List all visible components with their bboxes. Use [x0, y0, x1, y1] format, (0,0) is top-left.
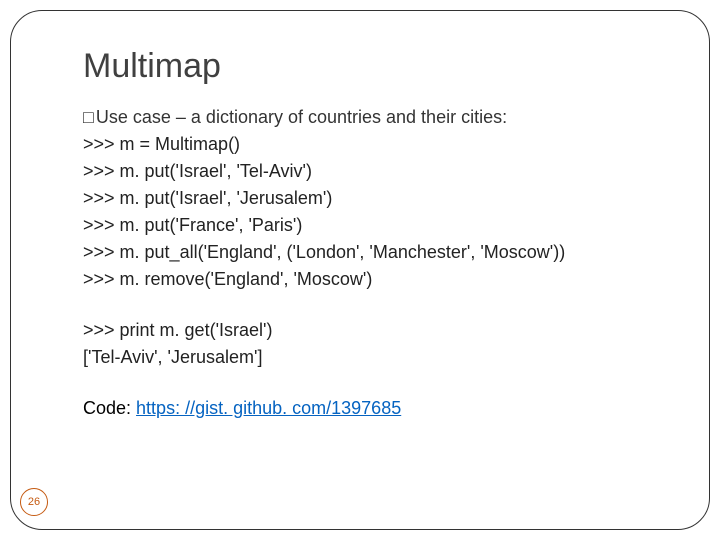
code-line: >>> m. put_all('England', ('London', 'Ma… [83, 239, 661, 266]
code-line: >>> m. put('Israel', 'Jerusalem') [83, 185, 661, 212]
bullet-text: Use case – a dictionary of countries and… [96, 107, 507, 127]
gist-link[interactable]: https: //gist. github. com/1397685 [136, 398, 401, 418]
checkbox-icon: □ [83, 104, 94, 131]
page-number-badge: 26 [20, 488, 48, 516]
output-line: ['Tel-Aviv', 'Jerusalem'] [83, 344, 661, 371]
spacer [83, 293, 661, 317]
output-line: >>> print m. get('Israel') [83, 317, 661, 344]
spacer [83, 371, 661, 395]
code-line: >>> m = Multimap() [83, 131, 661, 158]
code-line: >>> m. put('France', 'Paris') [83, 212, 661, 239]
code-line: >>> m. put('Israel', 'Tel-Aviv') [83, 158, 661, 185]
code-line: >>> m. remove('England', 'Moscow') [83, 266, 661, 293]
use-case-bullet: □Use case – a dictionary of countries an… [83, 104, 661, 131]
slide-frame: Multimap □Use case – a dictionary of cou… [10, 10, 710, 530]
code-link-line: Code: https: //gist. github. com/1397685 [83, 395, 661, 422]
page-number: 26 [28, 496, 40, 508]
slide-title: Multimap [83, 47, 661, 86]
code-label: Code: [83, 398, 136, 418]
